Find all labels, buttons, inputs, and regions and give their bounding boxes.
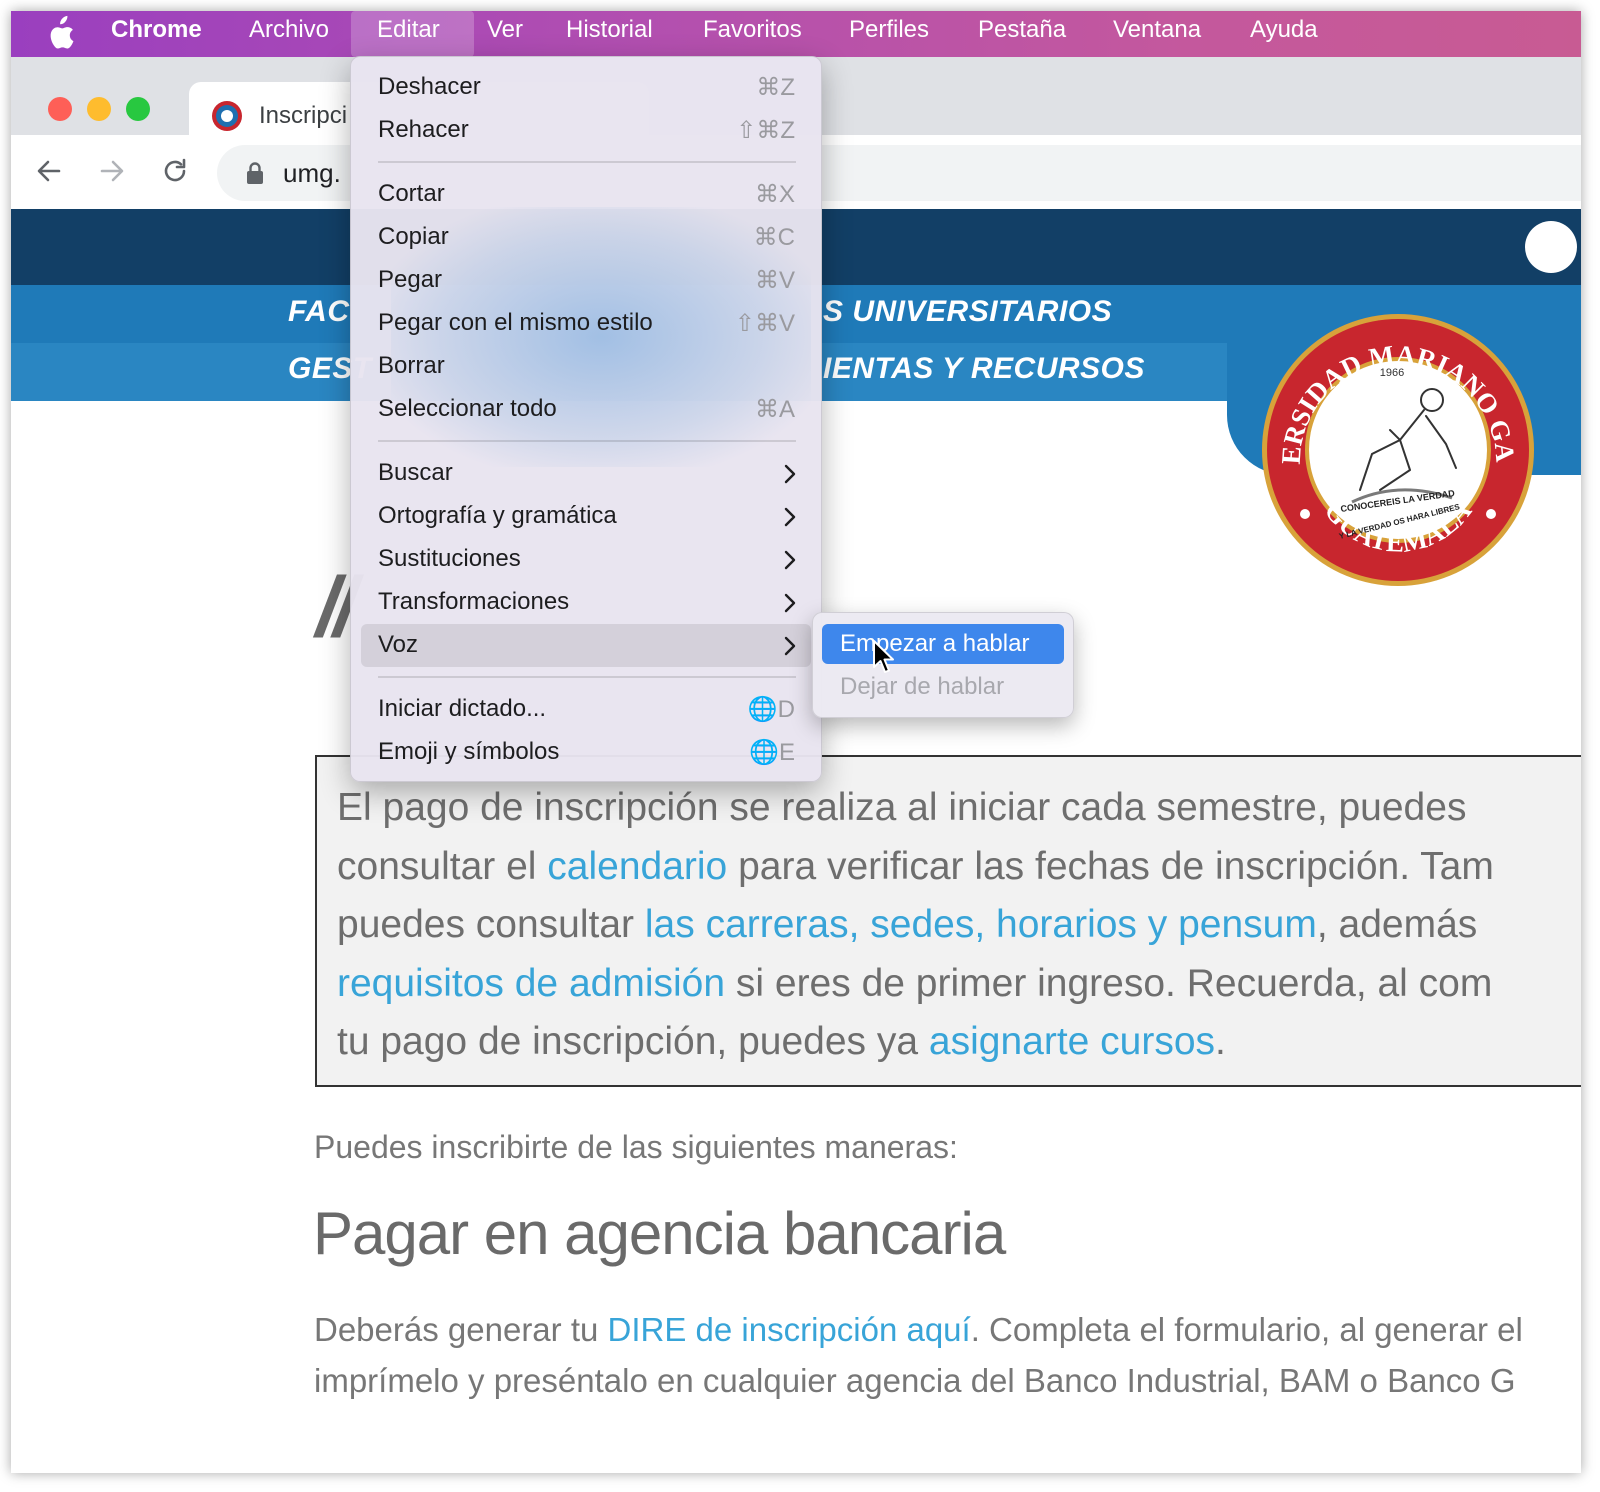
- chevron-right-icon: [784, 636, 796, 656]
- menu-separator: [378, 161, 796, 163]
- submenu-item-dejar-de-hablar: Dejar de hablar: [840, 673, 1005, 700]
- shortcut-label: ⌘A: [754, 396, 795, 423]
- edit-menu-dropdown: Deshacer ⌘Z Rehacer ⇧⌘Z Cortar ⌘X Copiar…: [350, 56, 822, 782]
- link-sedes[interactable]: sedes: [870, 903, 974, 946]
- menu-ventana[interactable]: Ventana: [1099, 11, 1215, 57]
- intro-text: Puedes inscribirte de las siguientes man…: [314, 1129, 958, 1165]
- shortcut-label: ⇧⌘V: [734, 310, 795, 337]
- link-calendario[interactable]: calendario: [547, 845, 727, 888]
- university-seal-logo[interactable]: UNIVERSIDAD MARIANO GALVEZ GUATEMALA 196…: [1260, 312, 1536, 588]
- menu-item-pegar-mismo-estilo[interactable]: Pegar con el mismo estilo ⇧⌘V: [361, 302, 811, 345]
- menu-separator: [378, 676, 796, 678]
- tab-title: Inscripci: [259, 102, 348, 129]
- menu-item-rehacer[interactable]: Rehacer ⇧⌘Z: [361, 109, 811, 152]
- menu-item-pegar[interactable]: Pegar ⌘V: [361, 259, 811, 302]
- menu-item-voz[interactable]: Voz: [361, 624, 811, 667]
- menu-item-ortografia[interactable]: Ortografía y gramática: [361, 495, 811, 538]
- menu-item-emoji-simbolos[interactable]: Emoji y símbolos 🌐E: [361, 731, 811, 774]
- lock-icon: [247, 162, 263, 184]
- shortcut-label: ⌘C: [753, 224, 795, 251]
- menu-item-borrar[interactable]: Borrar: [361, 345, 811, 388]
- nav-link-herramientas-recursos[interactable]: IENTAS Y RECURSOS: [823, 352, 1145, 386]
- menu-bar: Chrome Archivo Editar Ver Historial Favo…: [11, 11, 1581, 57]
- menu-app-chrome[interactable]: Chrome: [97, 11, 216, 57]
- voice-submenu: Empezar a hablar Dejar de hablar: [812, 612, 1074, 718]
- search-toggle-icon[interactable]: [1525, 221, 1577, 273]
- menu-favoritos[interactable]: Favoritos: [689, 11, 816, 57]
- close-window-button[interactable]: [48, 97, 72, 121]
- chevron-right-icon: [784, 464, 796, 484]
- shortcut-label: 🌐E: [749, 739, 795, 766]
- info-box: El pago de inscripción se realiza al ini…: [315, 755, 1581, 1087]
- page-title-fragment: //: [316, 560, 357, 654]
- mouse-pointer-icon: [873, 640, 894, 673]
- nav-link-servicios-universitarios[interactable]: S UNIVERSITARIOS: [823, 295, 1112, 329]
- shortcut-label: ⌘X: [754, 181, 795, 208]
- menu-item-sustituciones[interactable]: Sustituciones: [361, 538, 811, 581]
- menu-item-seleccionar-todo[interactable]: Seleccionar todo ⌘A: [361, 388, 811, 431]
- chevron-right-icon: [784, 593, 796, 613]
- menu-ayuda[interactable]: Ayuda: [1236, 11, 1332, 57]
- chevron-right-icon: [784, 550, 796, 570]
- chevron-right-icon: [784, 507, 796, 527]
- info-text: El pago de inscripción se realiza al ini…: [337, 786, 1494, 1063]
- url-text: umg.: [283, 158, 341, 188]
- nav-link-facultades[interactable]: FAC: [288, 295, 350, 329]
- reload-icon[interactable]: [159, 155, 191, 187]
- svg-text:1966: 1966: [1380, 367, 1404, 379]
- back-arrow-icon[interactable]: [33, 155, 65, 187]
- apple-logo-icon[interactable]: [45, 15, 75, 53]
- submenu-item-empezar-a-hablar[interactable]: Empezar a hablar: [822, 624, 1064, 664]
- zoom-window-button[interactable]: [126, 97, 150, 121]
- menu-perfiles[interactable]: Perfiles: [835, 11, 943, 57]
- menu-item-transformaciones[interactable]: Transformaciones: [361, 581, 811, 624]
- link-requisitos-admision[interactable]: requisitos de admisión: [337, 962, 725, 1005]
- menu-historial[interactable]: Historial: [552, 11, 667, 57]
- link-asignarte-cursos[interactable]: asignarte cursos: [929, 1020, 1215, 1063]
- screen: Chrome Archivo Editar Ver Historial Favo…: [11, 11, 1581, 1473]
- menu-item-iniciar-dictado[interactable]: Iniciar dictado... 🌐D: [361, 688, 811, 731]
- menu-editar[interactable]: Editar: [351, 11, 474, 57]
- shortcut-label: ⌘V: [754, 267, 795, 294]
- menu-item-deshacer[interactable]: Deshacer ⌘Z: [361, 66, 811, 109]
- menu-pestana[interactable]: Pestaña: [964, 11, 1080, 57]
- menu-item-cortar[interactable]: Cortar ⌘X: [361, 173, 811, 216]
- menu-separator: [378, 440, 796, 442]
- shortcut-label: ⇧⌘Z: [736, 117, 795, 144]
- menu-archivo[interactable]: Archivo: [235, 11, 343, 57]
- menu-ver[interactable]: Ver: [473, 11, 537, 57]
- shortcut-label: ⌘Z: [756, 74, 795, 101]
- minimize-window-button[interactable]: [87, 97, 111, 121]
- menu-item-copiar[interactable]: Copiar ⌘C: [361, 216, 811, 259]
- section-title: Pagar en agencia bancaria: [313, 1200, 1006, 1267]
- shortcut-label: 🌐D: [747, 696, 795, 723]
- section-paragraph: Deberás generar tu DIRE de inscripción a…: [314, 1311, 1523, 1399]
- link-carreras[interactable]: las carreras: [645, 903, 849, 946]
- umg-favicon-icon: [212, 101, 242, 131]
- menu-item-buscar[interactable]: Buscar: [361, 452, 811, 495]
- link-horarios-pensum[interactable]: horarios y pensum: [996, 903, 1317, 946]
- forward-arrow-icon[interactable]: [96, 155, 128, 187]
- link-dire-inscripcion[interactable]: DIRE de inscripción aquí: [608, 1311, 971, 1348]
